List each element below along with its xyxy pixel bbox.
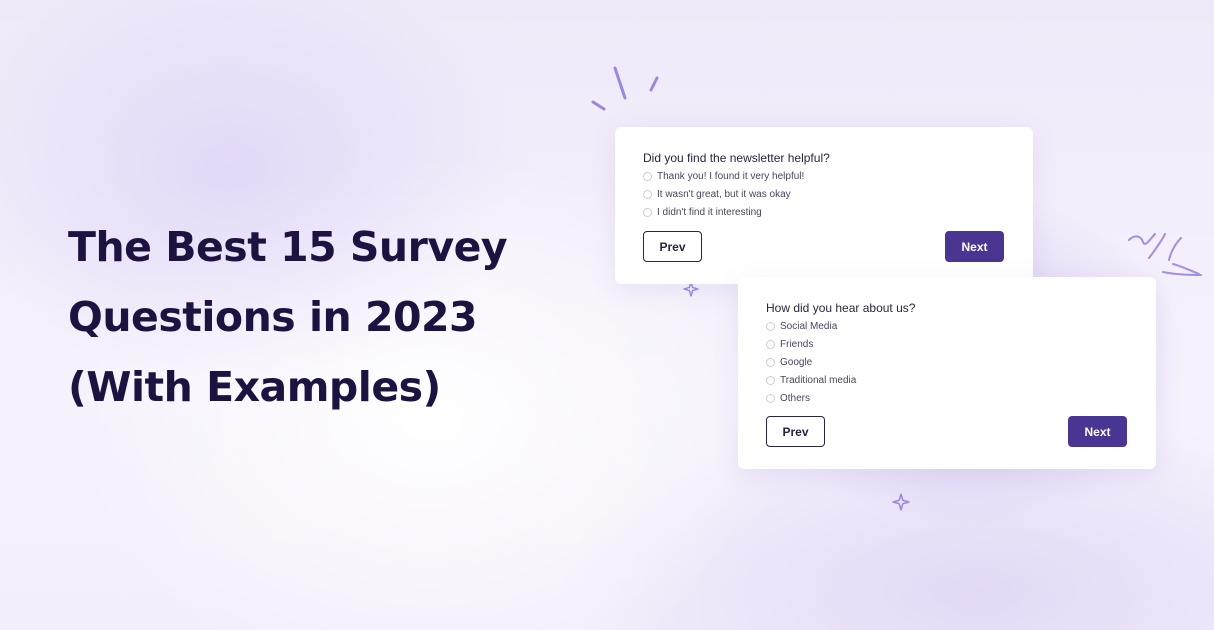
survey-question: How did you hear about us? bbox=[766, 301, 916, 315]
answer-option-label: Friends bbox=[780, 338, 814, 350]
page-title: The Best 15 Survey Questions in 2023 (Wi… bbox=[68, 212, 508, 422]
answer-option-label: Google bbox=[780, 356, 813, 368]
answer-option[interactable]: I didn't find it interesting bbox=[643, 203, 804, 221]
radio-button[interactable] bbox=[766, 393, 775, 403]
radio-button[interactable] bbox=[643, 207, 652, 217]
answer-options: Social Media Friends Google Traditional … bbox=[766, 317, 856, 407]
survey-card-newsletter: Did you find the newsletter helpful? Tha… bbox=[615, 127, 1033, 284]
prev-button[interactable]: Prev bbox=[766, 416, 825, 447]
answer-option[interactable]: Others bbox=[766, 389, 856, 407]
radio-button[interactable] bbox=[643, 189, 652, 199]
answer-option-label: Others bbox=[780, 392, 811, 404]
survey-card-referral: How did you hear about us? Social Media … bbox=[738, 277, 1156, 469]
answer-option-label: Thank you! I found it very helpful! bbox=[657, 170, 805, 182]
answer-option-label: Traditional media bbox=[780, 374, 857, 386]
prev-button[interactable]: Prev bbox=[643, 231, 702, 262]
answer-option-label: It wasn't great, but it was okay bbox=[657, 188, 791, 200]
survey-question: Did you find the newsletter helpful? bbox=[643, 151, 830, 165]
burst-lines-icon bbox=[591, 66, 659, 111]
next-button[interactable]: Next bbox=[945, 231, 1004, 262]
answer-option[interactable]: Social Media bbox=[766, 317, 856, 335]
radio-button[interactable] bbox=[766, 339, 775, 349]
title-line: Questions in 2023 bbox=[68, 293, 478, 341]
answer-option-label: I didn't find it interesting bbox=[657, 206, 762, 218]
scribble-icon bbox=[1128, 233, 1202, 276]
answer-option-label: Social Media bbox=[780, 320, 838, 332]
answer-option[interactable]: Google bbox=[766, 353, 856, 371]
radio-button[interactable] bbox=[766, 321, 775, 331]
title-line: (With Examples) bbox=[68, 363, 441, 411]
radio-button[interactable] bbox=[766, 375, 775, 385]
title-line: The Best 15 Survey bbox=[68, 223, 508, 271]
radio-button[interactable] bbox=[766, 357, 775, 367]
radio-button[interactable] bbox=[643, 171, 652, 181]
answer-option[interactable]: Friends bbox=[766, 335, 856, 353]
answer-option[interactable]: Traditional media bbox=[766, 371, 856, 389]
answer-options: Thank you! I found it very helpful! It w… bbox=[643, 167, 804, 221]
next-button[interactable]: Next bbox=[1068, 416, 1127, 447]
answer-option[interactable]: It wasn't great, but it was okay bbox=[643, 185, 804, 203]
sparkle-icon bbox=[892, 493, 910, 511]
answer-option[interactable]: Thank you! I found it very helpful! bbox=[643, 167, 804, 185]
